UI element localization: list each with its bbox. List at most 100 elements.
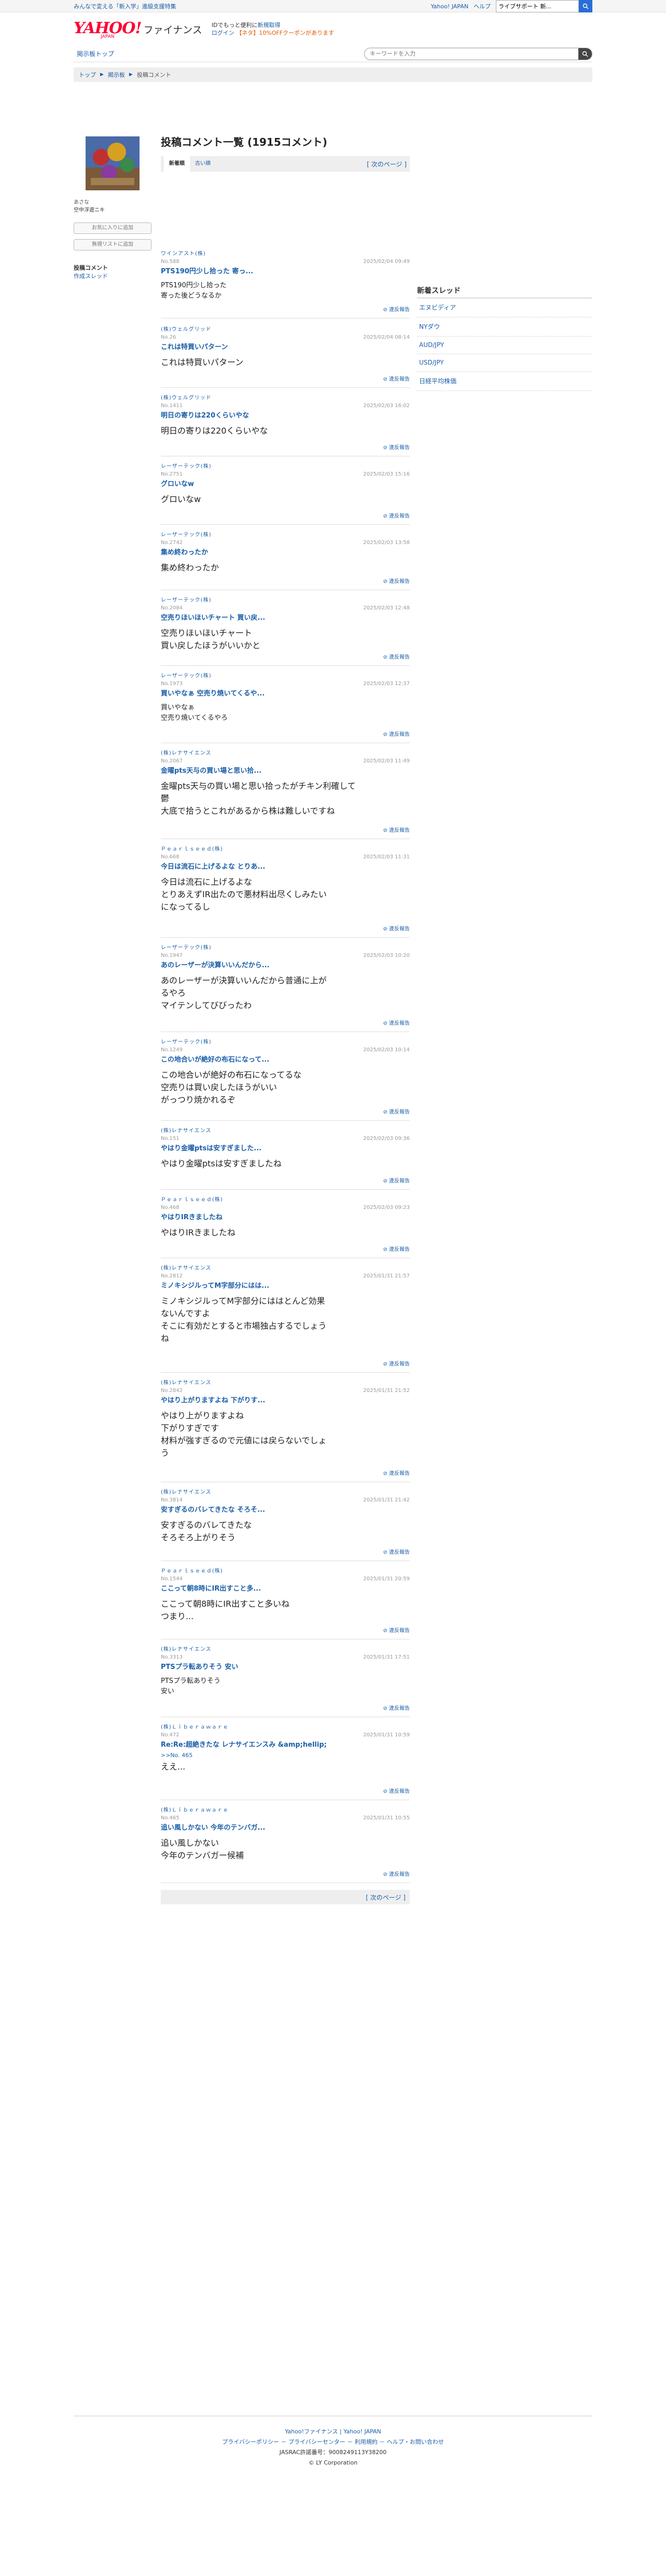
comment-title-link[interactable]: Re:Re:超絶きたな レナサイエンスみ &amp;hellip; <box>161 1739 410 1749</box>
footer-policy-links[interactable]: プライバシーポリシー － プライバシーセンター － 利用規約 － ヘルプ・お問い… <box>74 2437 592 2447</box>
comment-number[interactable]: No.472 <box>161 1732 179 1738</box>
comment-title-link[interactable]: この地合いが絶好の布石になって... <box>161 1054 410 1064</box>
comment-number[interactable]: No.465 <box>161 1815 179 1821</box>
report-button[interactable]: ⊘ 違反報告 <box>383 1107 410 1115</box>
comment-number[interactable]: No.468 <box>161 1205 179 1210</box>
report-button[interactable]: ⊘ 違反報告 <box>383 1548 410 1555</box>
thread-link[interactable]: エヌビディア <box>417 298 592 317</box>
comment-stock-link[interactable]: レーザーテック(株) <box>161 1037 410 1045</box>
comment-stock-link[interactable]: (株)レナサイエンス <box>161 748 410 756</box>
comment-title-link[interactable]: これは特買いパターン <box>161 341 410 351</box>
comment-number[interactable]: No.26 <box>161 335 176 340</box>
report-button[interactable]: ⊘ 違反報告 <box>383 1176 410 1184</box>
menu-item-comments[interactable]: 投稿コメント <box>74 264 151 272</box>
comment-title-link[interactable]: 集め終わったか <box>161 547 410 556</box>
thread-link[interactable]: NYダウ <box>417 317 592 337</box>
report-button[interactable]: ⊘ 違反報告 <box>383 305 410 313</box>
comment-number[interactable]: No.3313 <box>161 1654 183 1660</box>
comment-title-link[interactable]: ここって朝8時にIR出すこと多... <box>161 1583 410 1593</box>
comment-stock-link[interactable]: (株)レナサイエンス <box>161 1487 410 1495</box>
comment-title-link[interactable]: あのレーザーが決算いいんだから... <box>161 959 410 969</box>
comment-title-link[interactable]: やはり上がりますよね 下がりす... <box>161 1395 410 1404</box>
comment-title-link[interactable]: やはりIRきましたね <box>161 1212 410 1221</box>
report-button[interactable]: ⊘ 違反報告 <box>383 374 410 382</box>
report-button[interactable]: ⊘ 違反報告 <box>383 1704 410 1711</box>
report-button[interactable]: ⊘ 違反報告 <box>383 1359 410 1367</box>
comment-number[interactable]: No.1411 <box>161 403 183 409</box>
comment-stock-link[interactable]: Ｐｅａｒｌｓｅｅｄ(株) <box>161 1566 410 1574</box>
comment-stock-link[interactable]: (株)ウェルグリッド <box>161 393 410 401</box>
report-button[interactable]: ⊘ 違反報告 <box>383 577 410 584</box>
report-button[interactable]: ⊘ 違反報告 <box>383 652 410 660</box>
comment-stock-link[interactable]: レーザーテック(株) <box>161 595 410 603</box>
help-link[interactable]: ヘルプ <box>474 2 491 10</box>
report-button[interactable]: ⊘ 違反報告 <box>383 443 410 451</box>
comment-stock-link[interactable]: レーザーテック(株) <box>161 462 410 469</box>
add-favorite-button[interactable]: お気に入りに追加 <box>74 222 151 234</box>
comment-stock-link[interactable]: レーザーテック(株) <box>161 530 410 538</box>
footer-brand-links[interactable]: Yahoo!ファイナンス | Yahoo! JAPAN <box>74 2427 592 2437</box>
comment-number[interactable]: No.2742 <box>161 540 183 546</box>
board-search-input[interactable] <box>365 48 578 60</box>
thread-link[interactable]: USD/JPY <box>417 354 592 372</box>
comment-stock-link[interactable]: (株)レナサイエンス <box>161 1126 410 1134</box>
comment-number[interactable]: No.3814 <box>161 1497 183 1503</box>
comment-title-link[interactable]: 今日は流石に上げるよな とりあ... <box>161 861 410 871</box>
comment-title-link[interactable]: 安すぎるのバレてきたな そろそ... <box>161 1504 410 1514</box>
report-button[interactable]: ⊘ 違反報告 <box>383 1787 410 1794</box>
report-button[interactable]: ⊘ 違反報告 <box>383 730 410 737</box>
web-search-input[interactable] <box>496 0 579 12</box>
search-icon[interactable] <box>579 0 592 12</box>
comment-number[interactable]: No.1947 <box>161 953 183 958</box>
next-page-link[interactable]: [ 次のページ ] <box>367 160 407 169</box>
comment-quote-link[interactable]: >>No. 465 <box>161 1752 410 1759</box>
report-button[interactable]: ⊘ 違反報告 <box>383 1870 410 1877</box>
yahoo-finance-logo[interactable]: YAHOO! JAPAN ファイナンス IDでもっと便利に新規取得 ログイン 【… <box>74 19 334 39</box>
comment-number[interactable]: No.2842 <box>161 1388 183 1394</box>
board-top-link[interactable]: 掲示板トップ <box>77 49 114 58</box>
comment-title-link[interactable]: グロいなw <box>161 478 410 488</box>
comment-number[interactable]: No.2067 <box>161 758 183 764</box>
comment-stock-link[interactable]: (株)Ｌｉｂｅｒａｗａｒｅ <box>161 1805 410 1813</box>
login-link[interactable]: ログイン <box>212 30 234 36</box>
comment-stock-link[interactable]: (株)レナサイエンス <box>161 1645 410 1652</box>
comment-stock-link[interactable]: (株)レナサイエンス <box>161 1378 410 1386</box>
comment-number[interactable]: No.2812 <box>161 1273 183 1279</box>
comment-title-link[interactable]: 空売りほいほいチャート 買い戻... <box>161 612 410 622</box>
breadcrumb-top[interactable]: トップ <box>79 71 96 79</box>
comment-number[interactable]: No.2084 <box>161 605 183 611</box>
report-button[interactable]: ⊘ 違反報告 <box>383 826 410 833</box>
report-button[interactable]: ⊘ 違反報告 <box>383 924 410 932</box>
tab-newest[interactable]: 新着順 <box>164 156 190 172</box>
comment-title-link[interactable]: やはり金曜ptsは安すぎました... <box>161 1143 410 1152</box>
breadcrumb-board[interactable]: 掲示板 <box>108 71 125 79</box>
comment-number[interactable]: No.588 <box>161 259 179 264</box>
comment-title-link[interactable]: PTSプラ転ありそう 安い <box>161 1661 410 1671</box>
menu-item-threads[interactable]: 作成スレッド <box>74 273 108 280</box>
comment-title-link[interactable]: ミノキシジルってM字部分にはは... <box>161 1280 410 1290</box>
report-button[interactable]: ⊘ 違反報告 <box>383 511 410 519</box>
register-link[interactable]: 新規取得 <box>258 22 281 29</box>
comment-number[interactable]: No.1544 <box>161 1576 183 1582</box>
comment-number[interactable]: No.2751 <box>161 471 183 477</box>
comment-number[interactable]: No.1973 <box>161 681 183 687</box>
comment-stock-link[interactable]: レーザーテック(株) <box>161 943 410 951</box>
comment-stock-link[interactable]: レーザーテック(株) <box>161 671 410 679</box>
comment-number[interactable]: No.1249 <box>161 1047 183 1053</box>
comment-stock-link[interactable]: (株)ウェルグリッド <box>161 325 410 332</box>
comment-number[interactable]: No.668 <box>161 854 179 860</box>
add-ignore-button[interactable]: 無視リストに追加 <box>74 239 151 250</box>
report-button[interactable]: ⊘ 違反報告 <box>383 1019 410 1026</box>
comment-stock-link[interactable]: Ｐｅａｒｌｓｅｅｄ(株) <box>161 1195 410 1203</box>
comment-stock-link[interactable]: (株)レナサイエンス <box>161 1263 410 1271</box>
comment-stock-link[interactable]: (株)Ｌｉｂｅｒａｗａｒｅ <box>161 1722 410 1730</box>
comment-number[interactable]: No.151 <box>161 1136 179 1141</box>
comment-title-link[interactable]: 買いやなぁ 空売り焼いてくるや... <box>161 688 410 698</box>
comment-stock-link[interactable]: ワインアスト(株) <box>161 249 410 257</box>
comment-title-link[interactable]: PTS190円少し拾った 寄っ... <box>161 266 410 275</box>
comment-title-link[interactable]: 金曜pts天与の買い場と思い拾... <box>161 765 410 775</box>
tab-oldest[interactable]: 古い順 <box>190 156 216 172</box>
comment-title-link[interactable]: 明日の寄りは220くらいやな <box>161 410 410 420</box>
report-button[interactable]: ⊘ 違反報告 <box>383 1245 410 1252</box>
thread-link[interactable]: 日経平均株価 <box>417 372 592 391</box>
